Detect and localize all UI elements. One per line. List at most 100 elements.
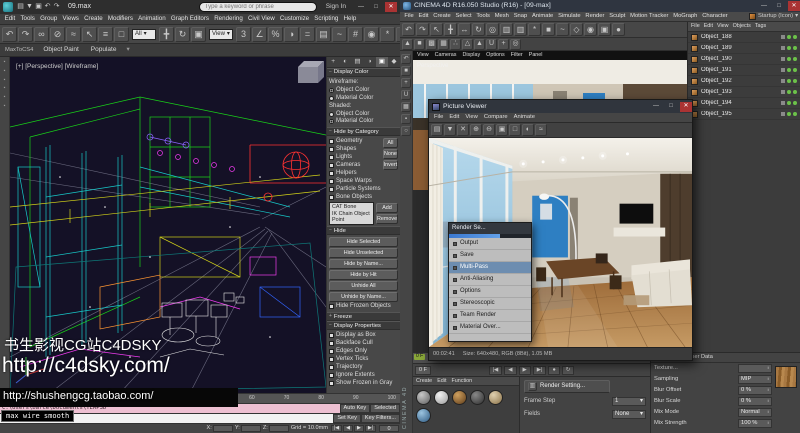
menu-item[interactable]: View — [462, 114, 480, 121]
coordinate-system-icon[interactable]: ◎ — [486, 23, 499, 36]
snap-toggle-icon[interactable]: 3 — [236, 26, 251, 42]
hide-button[interactable]: Hide by Name... — [329, 259, 398, 270]
rotate-tool-icon[interactable]: ↻ — [175, 26, 190, 42]
texture-mode-icon[interactable]: ▩ — [426, 38, 437, 50]
object-row[interactable]: Object_193 — [688, 87, 800, 98]
light-icon[interactable]: ◉ — [584, 23, 597, 36]
menu-item[interactable]: Tools — [474, 13, 492, 20]
histogram-icon[interactable]: ≈ — [535, 124, 547, 136]
scale-tool-icon[interactable]: ▣ — [191, 26, 206, 42]
rollout-display-properties[interactable]: − Display Properties — [327, 321, 400, 331]
mirror-icon[interactable]: ◑ — [284, 26, 299, 42]
object-manager-menu-item[interactable]: Edit — [704, 23, 713, 29]
environment-icon[interactable]: ● — [612, 23, 625, 36]
playback-button[interactable]: ◀ — [504, 365, 517, 375]
object-row[interactable]: Object_190 — [688, 54, 800, 65]
playback-button[interactable]: ● — [548, 365, 560, 375]
minimize-button[interactable]: — — [355, 2, 367, 12]
object-visibility-dots[interactable] — [781, 68, 797, 72]
playback-button[interactable]: ▶ — [353, 424, 364, 433]
hide-button[interactable]: Hide by Hit — [329, 270, 398, 281]
utilities-tab-icon[interactable]: ◆ — [388, 57, 400, 67]
menu-item[interactable]: Views — [60, 15, 82, 22]
undo-icon[interactable]: ↶ — [402, 23, 415, 36]
remove-category-button[interactable]: Remove — [376, 214, 398, 225]
magnet-strip-icon[interactable]: U — [401, 90, 411, 100]
zoom-out-icon[interactable]: ⊖ — [483, 124, 495, 136]
menu-item[interactable]: Group — [38, 15, 60, 22]
playback-button[interactable]: ◀ — [343, 424, 353, 433]
maximize-button[interactable]: □ — [773, 1, 785, 11]
category-checkbox-row[interactable]: Space Warps — [329, 178, 381, 185]
viewport-label[interactable]: [+] [Perspective] [Wireframe] — [16, 63, 98, 70]
category-checkbox-row[interactable]: Cameras — [329, 162, 381, 169]
hide-button[interactable]: Hide Unselected — [329, 248, 398, 259]
render-picture-viewer-icon[interactable]: ▥ — [514, 23, 527, 36]
material-menu-item[interactable]: Create — [416, 378, 432, 384]
menu-item[interactable]: Character — [700, 13, 730, 20]
workplane-icon[interactable]: ▦ — [438, 38, 449, 50]
camera-icon[interactable]: ▣ — [598, 23, 611, 36]
zoom-strip-icon[interactable]: ○ — [401, 126, 411, 136]
render-setup-icon[interactable]: * — [380, 26, 395, 42]
checkbox[interactable] — [329, 186, 334, 192]
object-row[interactable]: Object_195 — [688, 109, 800, 120]
save-image-icon[interactable]: ▼ — [444, 124, 456, 136]
compare-ab-icon[interactable]: ◐ — [522, 124, 534, 136]
menu-item[interactable]: Edit — [446, 114, 462, 121]
checkbox[interactable] — [329, 155, 334, 161]
display-property-row[interactable]: Backface Cull — [329, 340, 398, 347]
material-thumb[interactable] — [416, 408, 431, 423]
playback-button[interactable]: |◀ — [330, 424, 343, 433]
viewport-menu-item[interactable]: Panel — [529, 52, 543, 58]
cube-strip-icon[interactable]: ■ — [401, 66, 411, 76]
object-row[interactable]: Object_191 — [688, 65, 800, 76]
motion-tab-icon[interactable]: ◑ — [364, 57, 376, 67]
ribbon-tab[interactable]: Object Paint — [43, 46, 78, 53]
category-checkbox-row[interactable]: Shapes — [329, 146, 381, 153]
display-property-row[interactable]: Ignore Extents — [329, 372, 398, 379]
hide-button[interactable]: Hide Selected — [329, 237, 398, 248]
playback-button[interactable]: ↻ — [561, 365, 575, 375]
menu-item[interactable]: Select — [453, 13, 474, 20]
add-cube-icon[interactable]: ■ — [542, 23, 555, 36]
maximize-button[interactable]: □ — [665, 102, 677, 112]
select-move-icon[interactable]: ╋ — [159, 26, 174, 42]
render-settings-category[interactable]: Multi-Pass — [449, 262, 531, 274]
menu-item[interactable]: Compare — [481, 114, 511, 121]
object-manager-menu-item[interactable]: View — [717, 23, 729, 29]
viewport-menu-item[interactable]: Cameras — [435, 52, 457, 58]
category-filter-button[interactable]: Invert — [382, 160, 399, 171]
select-link-icon[interactable]: ∞ — [34, 26, 49, 42]
render-settings-titlebar[interactable]: Render Se... — [449, 223, 531, 234]
current-time-field[interactable]: 0 — [379, 425, 399, 432]
move-tool-icon[interactable]: ╋ — [444, 23, 457, 36]
selection-set-dropdown[interactable]: Selected — [370, 404, 400, 413]
minimize-button[interactable]: — — [758, 1, 770, 11]
render-settings-category[interactable]: Output — [449, 238, 531, 250]
auto-key-button[interactable]: Auto Key — [339, 404, 371, 413]
docked-toolbar-icon[interactable]: ▪ — [4, 68, 6, 75]
display-property-row[interactable]: Show Frozen in Gray — [329, 380, 398, 387]
chevron-down-icon[interactable]: ▾ — [126, 46, 129, 53]
max-app-icon[interactable] — [3, 2, 13, 12]
menu-item[interactable]: Edit — [2, 15, 18, 22]
object-visibility-dots[interactable] — [781, 35, 797, 39]
viewport-menu-item[interactable]: View — [417, 52, 429, 58]
close-button[interactable]: ✕ — [680, 101, 692, 112]
hierarchy-tab-icon[interactable]: ▤ — [351, 57, 363, 67]
live-selection-icon[interactable]: ↖ — [430, 23, 443, 36]
undo-icon[interactable]: ↶ — [2, 26, 17, 42]
menu-item[interactable]: MoGraph — [671, 13, 700, 20]
attribute-value-field[interactable]: Normal ↕ — [738, 408, 772, 417]
docked-toolbar-icon[interactable]: ▪ — [4, 94, 6, 101]
attribute-value-field[interactable]: ↕ — [738, 364, 772, 373]
object-visibility-dots[interactable] — [781, 46, 797, 50]
material-thumb[interactable] — [452, 390, 467, 405]
checkbox[interactable] — [329, 341, 334, 347]
playback-button[interactable]: |◀ — [488, 365, 503, 375]
menu-item[interactable]: Help — [341, 15, 359, 22]
object-row[interactable]: Object_192 — [688, 76, 800, 87]
menu-item[interactable]: Edit — [416, 13, 431, 20]
object-manager-menu-item[interactable]: Objects — [733, 23, 751, 29]
